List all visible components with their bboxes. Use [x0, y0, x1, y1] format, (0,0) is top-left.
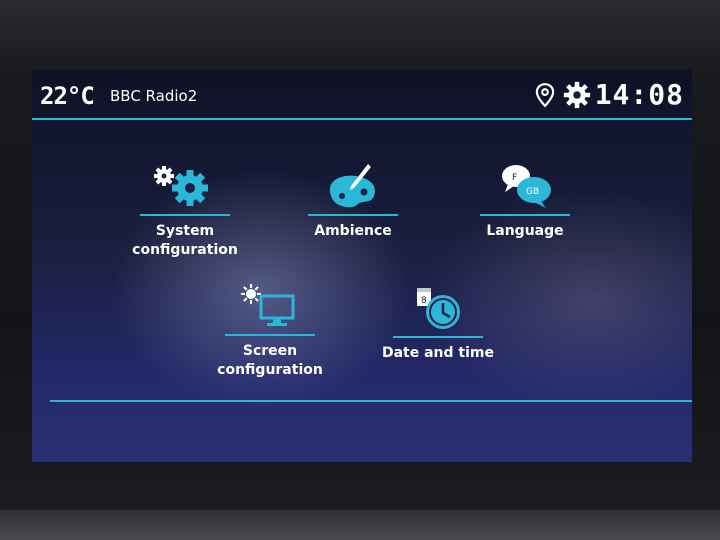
- radio-station-label[interactable]: BBC Radio2: [110, 87, 197, 105]
- menu-item-ambience[interactable]: Ambience: [293, 162, 413, 241]
- calendar-clock-icon: 8: [417, 288, 460, 329]
- menu-item-underline: [480, 214, 570, 216]
- header-divider: [32, 118, 692, 120]
- menu-item-underline: [140, 214, 230, 216]
- monitor-brightness-icon: [241, 284, 295, 326]
- status-bar: 22°C BBC Radio2 14:08: [32, 70, 692, 120]
- gears-icon: [154, 166, 208, 206]
- dashboard-trim: [0, 510, 720, 540]
- calendar-day-text: 8: [421, 296, 427, 306]
- menu-item-language[interactable]: F GB Language: [465, 162, 585, 241]
- menu-item-date-and-time[interactable]: 8 Date and time: [378, 284, 498, 363]
- menu-item-underline: [308, 214, 398, 216]
- menu-item-underline: [393, 336, 483, 338]
- menu-item-label: Ambience: [314, 223, 392, 239]
- infotainment-screen: 22°C BBC Radio2 14:08 System configurati…: [32, 70, 692, 462]
- palette-icon: [329, 164, 376, 208]
- settings-gear-icon[interactable]: [562, 80, 592, 110]
- menu-item-screen-configuration[interactable]: Screen configuration: [210, 282, 330, 380]
- menu-item-system-configuration[interactable]: System configuration: [125, 162, 245, 260]
- clock-readout: 14:08: [594, 78, 684, 111]
- temperature-readout: 22°C: [40, 82, 95, 110]
- menu-item-underline: [225, 334, 315, 336]
- speech-bubbles-icon: F GB: [502, 165, 551, 208]
- language-icon-text-f: F: [512, 173, 517, 183]
- location-pin-icon[interactable]: [532, 82, 558, 108]
- menu-item-label: Date and time: [381, 345, 494, 361]
- menu-item-label: Screen configuration: [217, 343, 323, 378]
- footer-divider: [50, 400, 692, 402]
- menu-item-label: System configuration: [132, 223, 238, 258]
- menu-item-label: Language: [486, 223, 564, 239]
- language-icon-text-gb: GB: [526, 187, 539, 197]
